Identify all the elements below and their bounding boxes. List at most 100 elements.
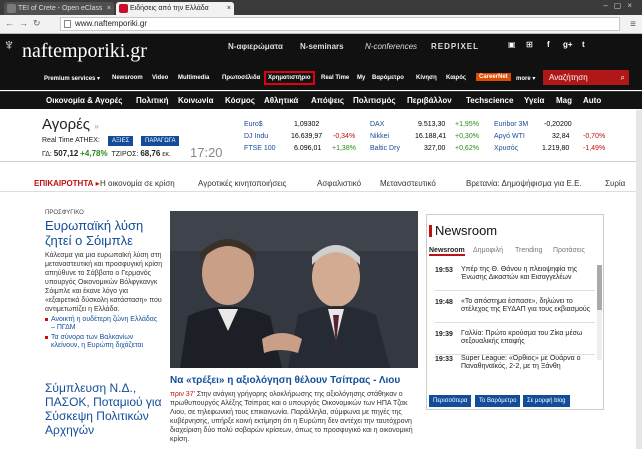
link-n-seminars[interactable]: N-seminars <box>300 42 344 51</box>
cat-auto[interactable]: Auto <box>583 96 601 105</box>
subnav-more[interactable]: more ▾ <box>516 75 535 82</box>
newsroom-scrollbar[interactable] <box>597 265 602 360</box>
main-article-lead: πριν 37' Στην ανάγκη γρήγορης ολοκλήρωση… <box>170 390 420 444</box>
cat-koinonia[interactable]: Κοινωνία <box>178 96 214 105</box>
cat-oikonomia[interactable]: Οικονομία & Αγορές <box>46 96 122 105</box>
quote-name[interactable]: FTSE 100 <box>244 145 276 152</box>
quote-name[interactable]: DAX <box>370 121 384 128</box>
article-time: πριν 37' <box>170 391 195 398</box>
link-n-conferences[interactable]: N-conferences <box>365 42 417 51</box>
list-item[interactable]: 19:53 Υπέρ της Θ. Θάνου η πλειοψηφία της… <box>435 261 595 291</box>
subnav-kairos[interactable]: Καιρός <box>446 75 466 81</box>
facebook-icon[interactable]: f <box>547 40 550 49</box>
quote-name[interactable]: Χρυσός <box>494 145 518 152</box>
related-link[interactable]: Ανοικτή η ουδέτερη ζώνη Ελλάδας – ΠΓΔΜ <box>45 316 163 332</box>
varometro-button[interactable]: Το Βαρόμετρο <box>475 395 521 407</box>
left-column: ΠΡΟΣΦΥΓΙΚΟ Ευρωπαϊκή λύση ζητεί ο Σόιμπλ… <box>45 200 163 350</box>
newsroom-title: Newsroom <box>428 223 498 238</box>
main-article-photo[interactable] <box>170 211 418 368</box>
search-input[interactable]: Αναζήτηση ⌕ <box>543 70 629 85</box>
cat-politismos[interactable]: Πολιτισμός <box>353 96 396 105</box>
cat-perivallon[interactable]: Περιβάλλον <box>407 96 452 105</box>
cat-kosmos[interactable]: Κόσμος <box>225 96 255 105</box>
page-scrollbar[interactable] <box>636 110 642 449</box>
topic-tag[interactable]: Συρία <box>605 179 625 188</box>
list-item[interactable]: 19:33 Super League: «Ορθιος» με Ουάρνα ο… <box>435 350 595 380</box>
blog-format-button[interactable]: Σε μορφή blog <box>523 395 570 407</box>
tab-title: TEI of Crete - Open eClass <box>18 5 103 12</box>
topic-tag[interactable]: Η οικονομία σε κρίση <box>100 179 175 188</box>
tab-trending[interactable]: Trending <box>515 247 542 254</box>
more-button[interactable]: Περισσότερα <box>429 395 472 407</box>
subnav-newsroom[interactable]: Newsroom <box>112 75 143 81</box>
menu-icon[interactable]: ≡ <box>630 19 636 30</box>
search-icon[interactable]: ⌕ <box>621 70 625 85</box>
topic-tag[interactable]: Μεταναστευτικό <box>380 179 436 188</box>
cat-mag[interactable]: Mag <box>556 96 572 105</box>
cat-ygeia[interactable]: Υγεία <box>524 96 544 105</box>
quote-value: 16.188,41 <box>415 133 447 140</box>
market-title[interactable]: Αγορές » <box>42 116 99 133</box>
main-article-headline[interactable]: Να «τρέξει» η αξιολόγηση θέλουν Τσίπρας … <box>170 375 430 386</box>
close-icon[interactable]: × <box>107 2 111 15</box>
subnav-kinisi[interactable]: Κίνηση <box>416 75 437 81</box>
related-link[interactable]: Τα σύνορα των Βαλκανίων κλείνουν, η Ευρώ… <box>45 334 163 350</box>
topic-tag[interactable]: Αγροτικές κινητοποιήσεις <box>198 179 287 188</box>
quote-value: 1,09302 <box>294 121 320 128</box>
item-time: 19:33 <box>435 356 453 363</box>
quote-name[interactable]: Baltic Dry <box>370 145 400 152</box>
subnav-multimedia[interactable]: Multimedia <box>178 75 209 81</box>
article-lead: Κάλεσμα για μια ευρωπαϊκή λύση στη μεταν… <box>45 252 163 313</box>
browser-tab-eclass[interactable]: TEI of Crete - Open eClass × <box>4 2 114 15</box>
tab-newsroom[interactable]: Newsroom <box>429 247 465 256</box>
close-icon[interactable]: × <box>227 2 231 15</box>
quote-name[interactable]: Nikkei <box>370 133 389 140</box>
topic-tag[interactable]: Ασφαλιστικό <box>317 179 361 188</box>
window-controls[interactable]: –▢× <box>603 1 638 10</box>
realtime-label: Real Time ATHEX: <box>42 137 100 144</box>
quote-change: -0,70% <box>583 133 606 140</box>
quote-name[interactable]: Euro$ <box>244 121 263 128</box>
quote-value: 1.219,80 <box>542 145 570 152</box>
url-input[interactable]: www.naftemporiki.gr <box>60 17 620 31</box>
article-headline[interactable]: Σύμπλευση Ν.Δ., ΠΑΣΟΚ, Ποταμιού για Σύσκ… <box>45 381 163 437</box>
site-logo[interactable]: naftemporiki.gr <box>22 40 147 63</box>
grid-icon[interactable]: ⊞ <box>526 40 533 49</box>
link-redpixel[interactable]: REDPIXEL <box>431 42 479 51</box>
quote-name[interactable]: Euribor 3M <box>494 121 528 128</box>
left-column-secondary: Σύμπλευση Ν.Δ., ΠΑΣΟΚ, Ποταμιού για Σύσκ… <box>45 379 163 437</box>
browser-tab-bar: TEI of Crete - Open eClass × Ειδήσεις απ… <box>0 0 642 15</box>
subnav-video[interactable]: Video <box>152 75 168 81</box>
article-headline[interactable]: Ευρωπαϊκή λύση ζητεί ο Σόιμπλε <box>45 218 163 248</box>
googleplus-icon[interactable]: g+ <box>563 40 573 49</box>
link-n-afieromata[interactable]: N-αφιερώματα <box>228 42 283 51</box>
topic-tag[interactable]: Βρετανία: Δημοψήφισμα για Ε.Ε. <box>466 179 582 188</box>
category-bar: Οικονομία & Αγορές Πολιτική Κοινωνία Κόσ… <box>0 91 642 109</box>
mobile-icon[interactable]: ▣ <box>508 40 516 49</box>
favicon-icon <box>7 4 16 13</box>
quote-change: +0,62% <box>455 145 479 152</box>
cat-techscience[interactable]: Techscience <box>466 96 513 105</box>
browser-tab-naftemporiki[interactable]: Ειδήσεις από την Ελλάδα × <box>116 2 234 15</box>
derivatives-button[interactable]: ΠΑΡΑΓΩΓΑ <box>141 136 180 146</box>
subnav-realtime[interactable]: Real Time <box>321 75 349 81</box>
subnav-my[interactable]: My <box>357 75 365 81</box>
twitter-icon[interactable]: t <box>582 40 585 49</box>
nav-buttons[interactable]: ←→↻ <box>5 18 46 29</box>
cat-politiki[interactable]: Πολιτική <box>136 96 168 105</box>
values-button[interactable]: ΑΞΙΕΣ <box>108 136 134 146</box>
subnav-xrimatistirio[interactable]: Χρηματιστήριο <box>264 71 315 85</box>
subnav-varometro[interactable]: Βαρόμετρο <box>372 75 404 81</box>
tab-dimofili[interactable]: Δημοφιλή <box>473 247 503 254</box>
cat-athlitika[interactable]: Αθλητικά <box>264 96 298 105</box>
list-item[interactable]: 19:48 «Το απόστημα έσπασε», δηλώνει το σ… <box>435 293 595 323</box>
subnav-careernet[interactable]: CareerNet <box>476 73 511 81</box>
tab-protaseis[interactable]: Προτάσεις <box>553 247 585 254</box>
quote-name[interactable]: DJ Indu <box>244 133 268 140</box>
item-text: Super League: «Ορθιος» με Ουάρνα ο Παναθ… <box>461 355 581 370</box>
quote-change: -0,34% <box>333 133 356 140</box>
quote-name[interactable]: Αργό WTI <box>494 133 525 140</box>
subnav-protoselida[interactable]: Πρωτοσέλιδα <box>222 75 260 81</box>
cat-apopseis[interactable]: Απόψεις <box>311 96 344 105</box>
subnav-premium[interactable]: Premium services ▾ <box>44 75 100 82</box>
